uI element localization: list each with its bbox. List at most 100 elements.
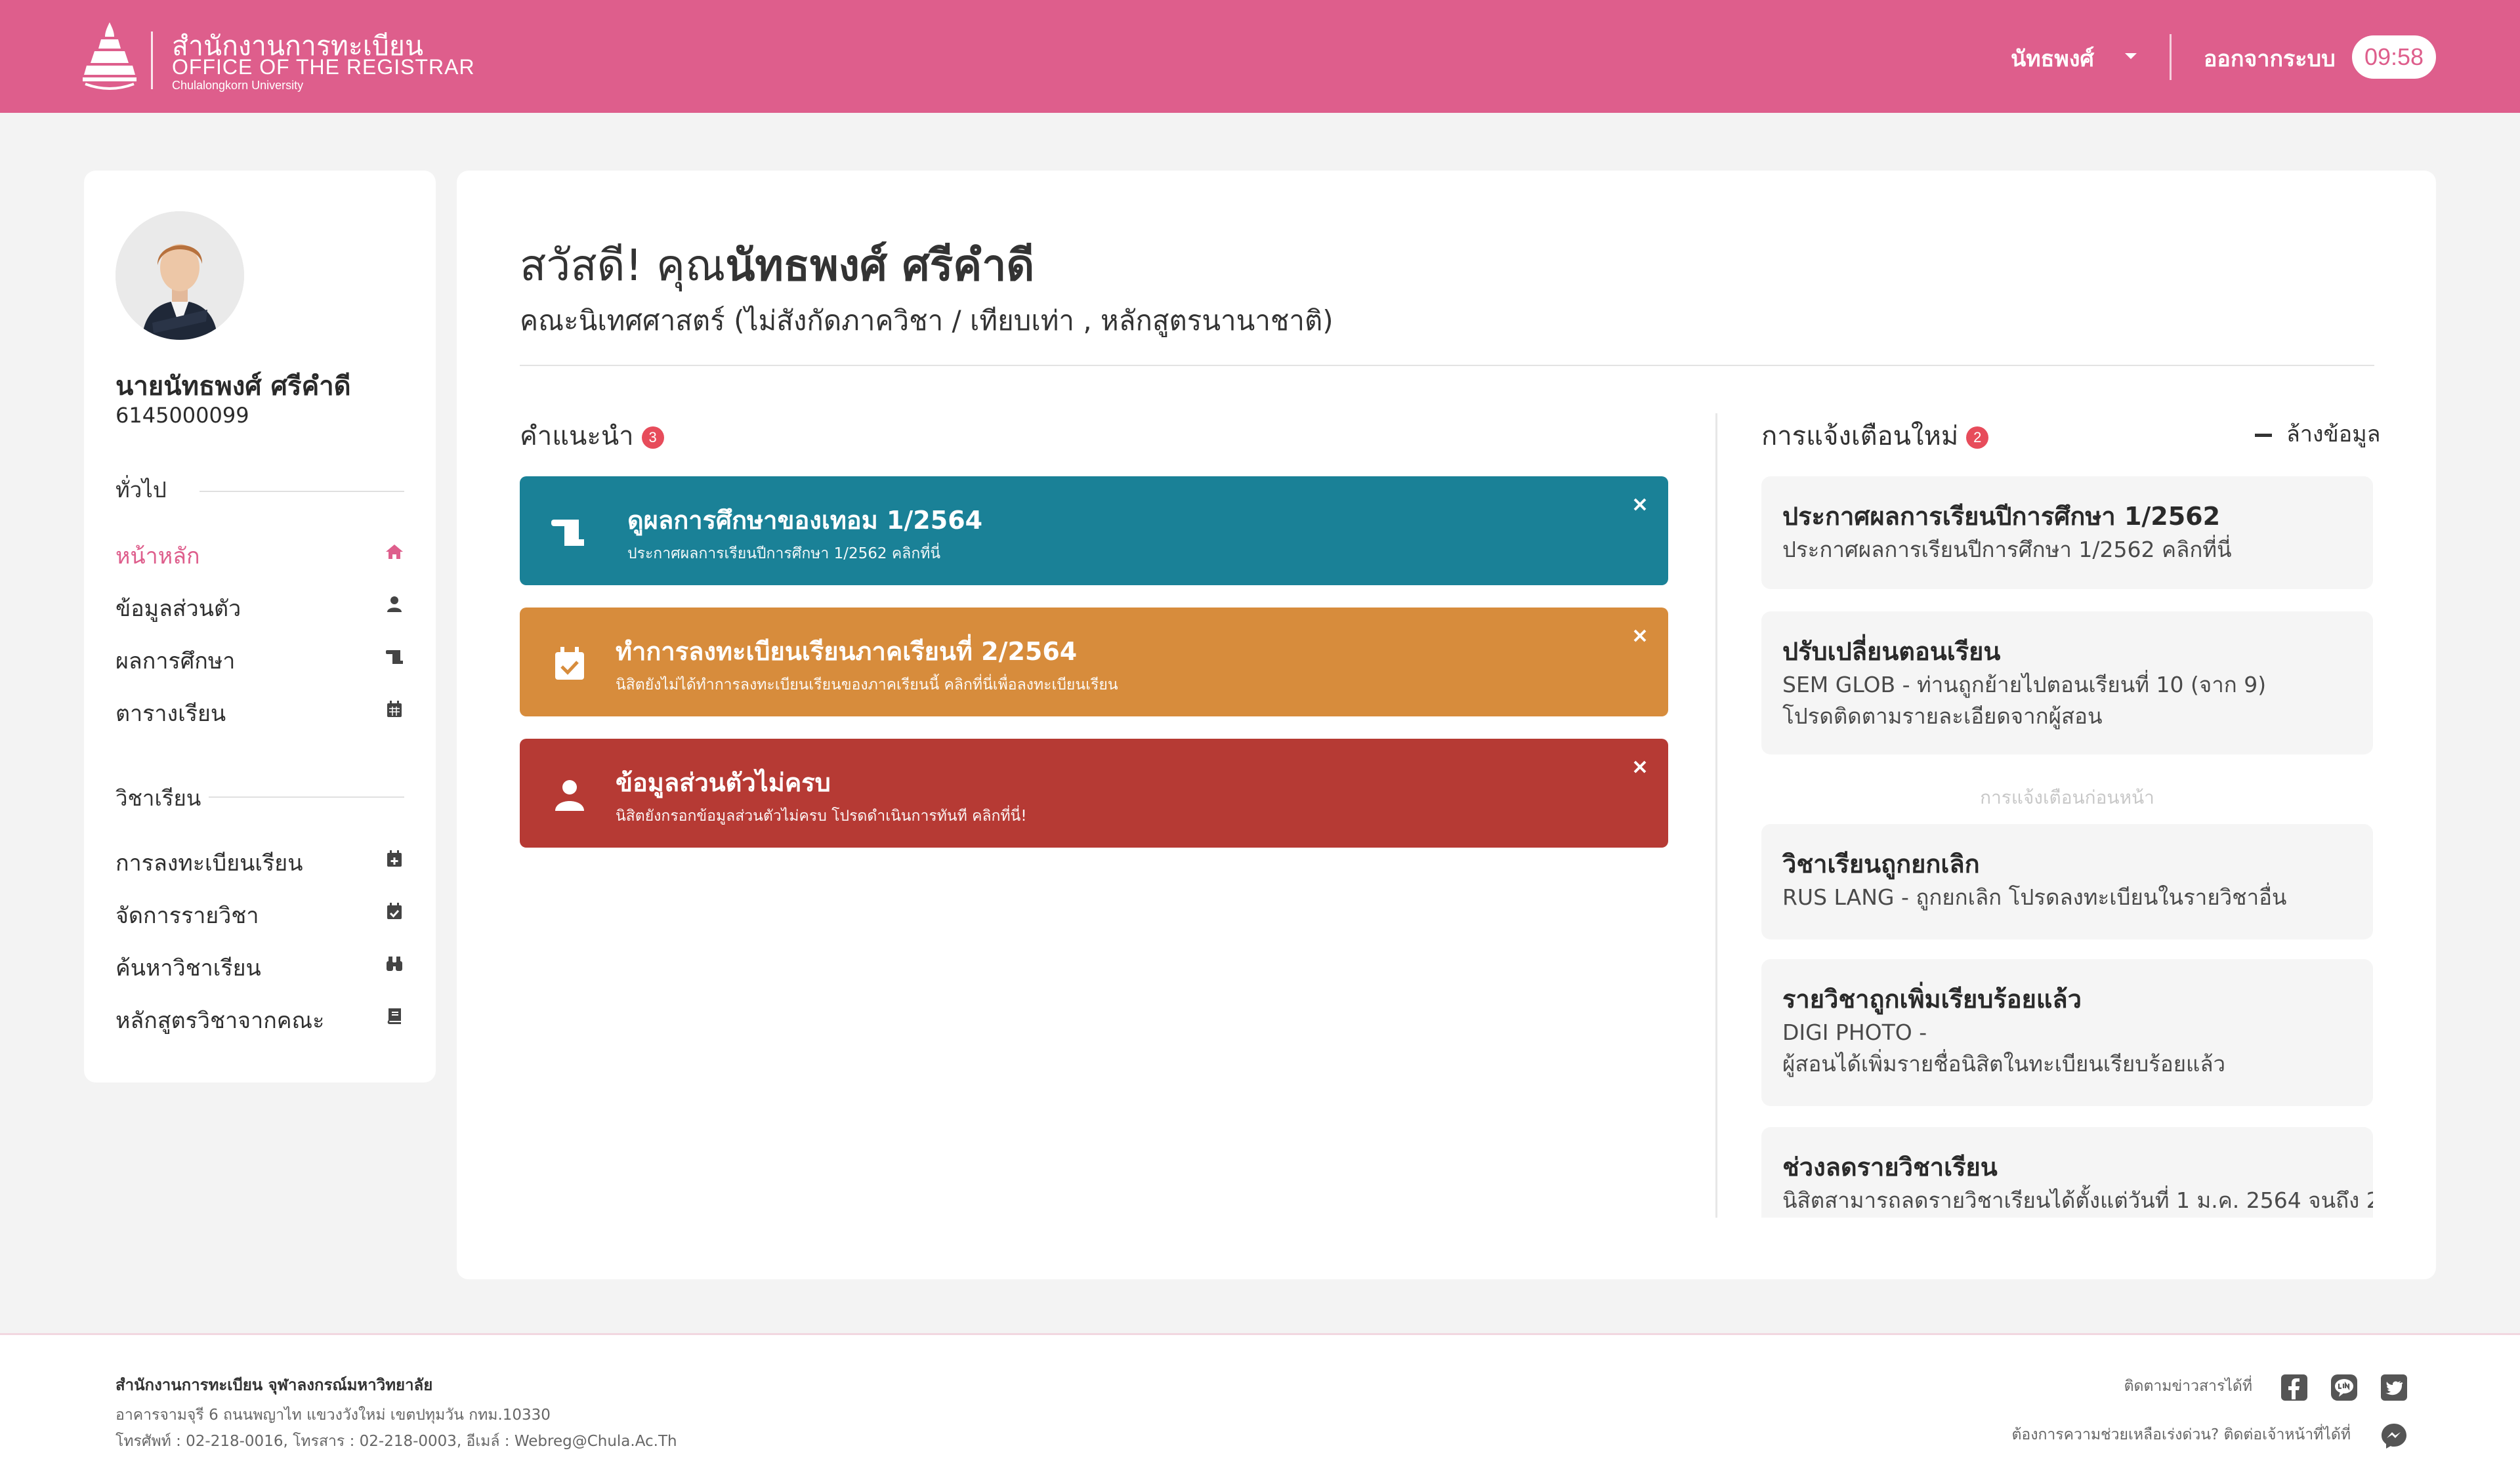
footer-address: อาคารจามจุรี 6 ถนนพญาไท แขวงวังใหม่ เขตป… (116, 1407, 551, 1424)
avatar[interactable] (116, 211, 244, 340)
notification-item[interactable]: ช่วงลดรายวิชาเรียน นิสิตสามารถลดรายวิชาเ… (1761, 1127, 2373, 1218)
sidebar-item-label: จัดการรายวิชา (116, 903, 259, 929)
chula-logo-icon[interactable] (80, 20, 139, 92)
messenger-icon[interactable] (2380, 1422, 2408, 1451)
sidebar-item-timetable[interactable]: ตารางเรียน (116, 688, 404, 728)
recommendation-subtitle: ประกาศผลการเรียนปีการศึกษา 1/2562 คลิกที… (627, 545, 941, 562)
notification-line: นิสิตสามารถลดรายวิชาเรียนได้ตั้งแต่วันที… (1782, 1187, 2373, 1213)
notification-title: รายวิชาถูกเพิ่มเรียบร้อยแล้ว (1782, 985, 2082, 1014)
notification-line: RUS LANG - ถูกยกเลิก โปรดลงทะเบียนในรายว… (1782, 884, 2287, 910)
sidebar-item-label: ข้อมูลส่วนตัว (116, 596, 242, 622)
notification-item[interactable]: วิชาเรียนถูกยกเลิก RUS LANG - ถูกยกเลิก … (1761, 824, 2373, 939)
sidebar-item-label: หน้าหลัก (116, 543, 200, 569)
scroll-icon (551, 520, 584, 546)
brand-subtitle: Chulalongkorn University (172, 79, 304, 92)
calendar-check-icon (555, 647, 584, 680)
recommendation-subtitle: นิสิตยังกรอกข้อมูลส่วนตัวไม่ครบ โปรดดำเน… (616, 808, 1027, 825)
sidebar-item-search-courses[interactable]: ค้นหาวิชาเรียน (116, 942, 404, 983)
recommendations-count-badge: 3 (641, 426, 664, 449)
sidebar-item-label: ผลการศึกษา (116, 648, 236, 674)
session-timer: 09:58 (2352, 35, 2436, 79)
previous-notifications-divider: การแจ้งเตือนก่อนหน้า (1980, 787, 2154, 808)
notification-body: SEM GLOB - ท่านถูกย้ายไปตอนเรียนที่ 10 (… (1782, 669, 2266, 732)
brand-title-en: OFFICE OF THE REGISTRAR (172, 55, 475, 79)
notification-body: ประกาศผลการเรียนปีการศึกษา 1/2562 คลิกที… (1782, 534, 2232, 566)
notification-body: RUS LANG - ถูกยกเลิก โปรดลงทะเบียนในรายว… (1782, 882, 2287, 913)
sidebar-item-registration[interactable]: การลงทะเบียนเรียน (116, 837, 404, 878)
user-icon (387, 596, 402, 612)
notification-line: ประกาศผลการเรียนปีการศึกษา 1/2562 คลิกที… (1782, 537, 2232, 562)
avatar-photo-icon (116, 211, 244, 340)
main-panel: สวัสดี! คุณนัทธพงศ์ ศรีคำดี คณะนิเทศศาสต… (457, 171, 2436, 1279)
sidebar-item-manage-courses[interactable]: จัดการรายวิชา (116, 890, 404, 930)
recommendation-subtitle: นิสิตยังไม่ได้ทำการลงทะเบียนเรียนของภาคเ… (616, 676, 1118, 693)
recommendation-title: ข้อมูลส่วนตัวไม่ครบ (616, 768, 831, 797)
close-icon[interactable] (1630, 495, 1650, 514)
footer-contact: โทรศัพท์ : 02-218-0016, โทรสาร : 02-218-… (116, 1433, 677, 1450)
section-divider (209, 796, 404, 798)
greeting-prefix: สวัสดี! คุณ (520, 240, 726, 291)
notification-item[interactable]: รายวิชาถูกเพิ่มเรียบร้อยแล้ว DIGI PHOTO … (1761, 959, 2373, 1106)
binoculars-icon (387, 957, 402, 971)
notification-body: นิสิตสามารถลดรายวิชาเรียนได้ตั้งแต่วันที… (1782, 1185, 2373, 1216)
recommendation-card-profile[interactable]: ข้อมูลส่วนตัวไม่ครบ นิสิตยังกรอกข้อมูลส่… (520, 739, 1668, 848)
notifications-title: การแจ้งเตือนใหม่ (1761, 421, 1959, 451)
notification-title: วิชาเรียนถูกยกเลิก (1782, 850, 1980, 878)
sidebar-item-label: ตารางเรียน (116, 701, 226, 727)
clear-notifications-label: ล้างข้อมูล (2286, 421, 2381, 447)
line-icon[interactable] (2330, 1373, 2359, 1402)
sidebar-item-label: การลงทะเบียนเรียน (116, 850, 303, 876)
logo-divider (151, 31, 153, 89)
user-menu-button[interactable]: นัทธพงศ์ (2011, 41, 2094, 76)
recommendation-title: ดูผลการศึกษาของเทอม 1/2564 (627, 506, 983, 535)
calendar-icon (387, 701, 402, 717)
sidebar-item-profile[interactable]: ข้อมูลส่วนตัว (116, 583, 404, 623)
calendar-check-icon (387, 903, 402, 919)
notification-item[interactable]: ประกาศผลการเรียนปีการศึกษา 1/2562 ประกาศ… (1761, 476, 2373, 589)
notification-body: DIGI PHOTO - ผู้สอนได้เพิ่มรายชื่อนิสิตใน… (1782, 1017, 2225, 1080)
sidebar-item-home[interactable]: หน้าหลัก (116, 530, 404, 571)
notification-title: ประกาศผลการเรียนปีการศึกษา 1/2562 (1782, 502, 2221, 531)
section-courses-heading: วิชาเรียน (116, 785, 201, 811)
minus-icon (2255, 434, 2272, 437)
calendar-plus-icon (387, 850, 402, 867)
recommendations-title: คำแนะนำ (520, 421, 634, 451)
footer-follow-text: ติดตามข่าวสารได้ที่ (2124, 1378, 2252, 1395)
notification-title: ปรับเปลี่ยนตอนเรียน (1782, 637, 2001, 666)
student-id: 6145000099 (116, 403, 249, 428)
notification-line: SEM GLOB - ท่านถูกย้ายไปตอนเรียนที่ 10 (… (1782, 672, 2267, 697)
home-icon (386, 545, 403, 559)
section-general-heading: ทั่วไป (116, 477, 167, 503)
chevron-down-icon[interactable] (2124, 46, 2138, 66)
greeting-name: นัทธพงศ์ ศรีคำดี (725, 240, 1035, 291)
section-divider (200, 491, 404, 492)
notification-line: DIGI PHOTO - (1782, 1020, 1927, 1045)
faculty-info: คณะนิเทศศาสตร์ (ไม่สังกัดภาควิชา / เทียบ… (520, 304, 1334, 337)
recommendation-title: ทำการลงทะเบียนเรียนภาคเรียนที่ 2/2564 (616, 637, 1078, 666)
column-divider (1715, 413, 1717, 1218)
recommendation-card-registration[interactable]: ทำการลงทะเบียนเรียนภาคเรียนที่ 2/2564 นิ… (520, 608, 1668, 716)
sidebar-item-grades[interactable]: ผลการศึกษา (116, 635, 404, 676)
footer-org-name: สำนักงานการทะเบียน จุฬาลงกรณ์มหาวิทยาลัย (116, 1376, 433, 1394)
notifications-count-badge: 2 (1966, 426, 1989, 449)
notification-title: ช่วงลดรายวิชาเรียน (1782, 1153, 1998, 1182)
recommendation-card-grades[interactable]: ดูผลการศึกษาของเทอม 1/2564 ประกาศผลการเร… (520, 476, 1668, 585)
facebook-icon[interactable] (2280, 1373, 2309, 1402)
notification-line: ผู้สอนได้เพิ่มรายชื่อนิสิตในทะเบียนเรียบ… (1782, 1051, 2226, 1077)
page-title: สวัสดี! คุณนัทธพงศ์ ศรีคำดี (520, 231, 1034, 300)
student-name: นายนัทธพงศ์ ศรีคำดี (116, 371, 351, 402)
sidebar-item-label: ค้นหาวิชาเรียน (116, 955, 261, 981)
notifications-list[interactable]: ประกาศผลการเรียนปีการศึกษา 1/2562 ประกาศ… (1761, 476, 2373, 1218)
sidebar-item-faculty-curriculum[interactable]: หลักสูตรวิชาจากคณะ (116, 995, 404, 1035)
clear-notifications-button[interactable]: ล้างข้อมูล (2255, 416, 2380, 451)
close-icon[interactable] (1630, 626, 1650, 646)
top-bar: สำนักงานการทะเบียน OFFICE OF THE REGISTR… (0, 0, 2520, 113)
notification-item[interactable]: ปรับเปลี่ยนตอนเรียน SEM GLOB - ท่านถูกย้… (1761, 611, 2373, 754)
twitter-icon[interactable] (2380, 1373, 2408, 1402)
scroll-icon (386, 650, 403, 664)
user-icon (555, 780, 584, 811)
close-icon[interactable] (1630, 757, 1650, 777)
sidebar: นายนัทธพงศ์ ศรีคำดี 6145000099 ทั่วไป หน… (84, 171, 436, 1082)
logout-button[interactable]: ออกจากระบบ (2204, 41, 2336, 76)
header-divider (2170, 34, 2172, 80)
